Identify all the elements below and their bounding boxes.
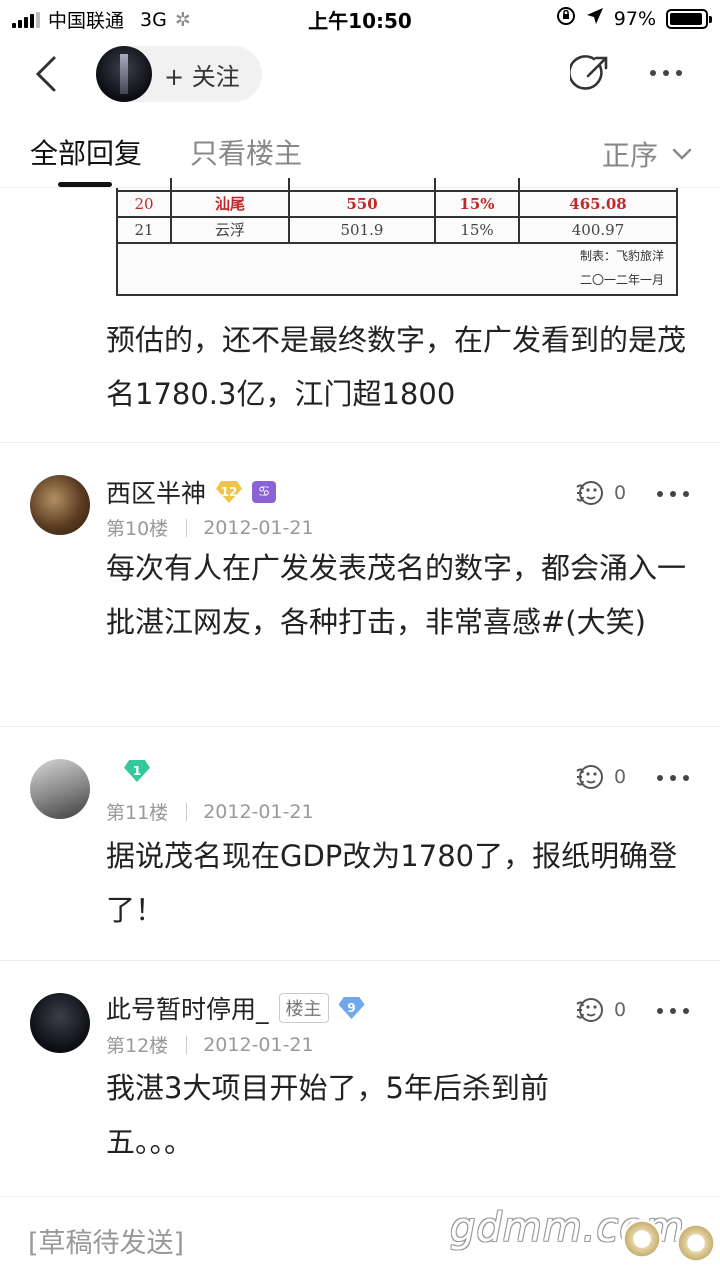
table-row: 20 汕尾 550 15% 465.08 xyxy=(118,192,676,218)
divider xyxy=(0,442,720,443)
like-face-icon xyxy=(576,481,603,505)
username[interactable]: 此号暂时停用_ xyxy=(106,990,269,1026)
more-icon[interactable] xyxy=(650,70,682,76)
table-footer: 制表：飞豹旅洋 二〇一二年一月 xyxy=(579,249,664,287)
post-meta: 第12楼 2012-01-21 xyxy=(106,1031,314,1058)
like-count: 0 xyxy=(614,482,627,504)
post-meta: 第10楼 2012-01-21 xyxy=(106,514,314,541)
emoji-icon[interactable] xyxy=(676,1223,716,1263)
owner-tag: 楼主 xyxy=(278,993,329,1023)
level-badge: 12 xyxy=(216,481,243,503)
avatar[interactable] xyxy=(30,759,90,819)
gdp-table-image[interactable]: 20 汕尾 550 15% 465.08 21 云浮 501.9 15% 400… xyxy=(116,178,678,296)
active-tab-indicator xyxy=(58,182,112,187)
post-date: 2012-01-21 xyxy=(203,800,314,823)
post-author: 1 xyxy=(106,760,150,782)
post-body-text: 我湛3大项目开始了，5年后杀到前五。。。 xyxy=(106,1071,549,1159)
chevron-down-icon xyxy=(672,148,692,160)
more-icon[interactable] xyxy=(657,491,689,497)
battery-percent: 97% xyxy=(613,7,656,30)
like-button[interactable]: 0 xyxy=(574,995,644,1025)
level-badge: 1 xyxy=(124,760,150,782)
level-badge: 9 xyxy=(338,997,365,1019)
sort-order-label: 正序 xyxy=(601,139,658,172)
post-body-text: 每次有人在广发发表茂名的数字，都会涌入一批湛江网友，各种打击，非常喜感#(大笑) xyxy=(106,551,687,639)
like-face-icon xyxy=(576,765,603,789)
reply-bar: [草稿待发送] gdmm.com xyxy=(0,1196,720,1280)
sort-order-dropdown[interactable]: 正序 xyxy=(602,134,692,174)
back-button[interactable] xyxy=(28,54,68,94)
owner-avatar[interactable] xyxy=(96,46,152,102)
table-row: 21 云浮 501.9 15% 400.97 xyxy=(118,218,676,244)
post-body-text: 据说茂名现在GDP改为1780了，报纸明确登了！ xyxy=(106,839,678,927)
post-body-text: 预估的，还不是最终数字，在广发看到的是茂名1780.3亿，江门超1800 xyxy=(106,323,687,411)
emoji-icon[interactable] xyxy=(622,1219,662,1259)
more-icon[interactable] xyxy=(657,1008,689,1014)
avatar[interactable] xyxy=(30,993,90,1053)
divider xyxy=(0,960,720,961)
like-count: 0 xyxy=(614,999,627,1021)
draft-input[interactable]: [草稿待发送] xyxy=(28,1221,184,1260)
reply-tabs: 全部回复 只看楼主 正序 xyxy=(0,112,720,188)
username[interactable]: 西区半神 xyxy=(106,474,206,510)
status-bar: 中国联通 3G ✲ 上午10:50 97% xyxy=(0,0,720,36)
nav-bar: + 关注 xyxy=(0,36,720,112)
like-button[interactable]: 0 xyxy=(574,478,644,508)
divider xyxy=(0,726,720,727)
post-date: 2012-01-21 xyxy=(203,1033,314,1056)
floor-number: 第11楼 xyxy=(106,802,169,824)
post-meta: 第11楼 2012-01-21 xyxy=(106,798,314,825)
post-author: 西区半神 12 ♋ xyxy=(106,474,277,510)
floor-number: 第12楼 xyxy=(106,1035,169,1057)
floor-number: 第10楼 xyxy=(106,518,169,540)
like-face-icon xyxy=(576,998,603,1022)
follow-button[interactable]: + 关注 xyxy=(96,46,262,102)
post-author: 此号暂时停用_ 楼主 9 xyxy=(106,990,365,1026)
chevron-left-icon xyxy=(35,56,56,92)
orientation-lock-icon xyxy=(556,6,576,31)
share-button[interactable] xyxy=(568,54,610,94)
zodiac-icon: ♋ xyxy=(252,481,277,503)
battery-icon xyxy=(666,8,712,29)
follow-label: + 关注 xyxy=(164,62,240,91)
like-button[interactable]: 0 xyxy=(574,762,644,792)
like-count: 0 xyxy=(614,766,627,788)
more-icon[interactable] xyxy=(657,775,689,781)
post-date: 2012-01-21 xyxy=(203,516,314,539)
location-icon xyxy=(586,7,604,30)
avatar[interactable] xyxy=(30,475,90,535)
tab-all-replies[interactable]: 全部回复 xyxy=(30,132,142,172)
tab-owner-only[interactable]: 只看楼主 xyxy=(190,132,302,172)
share-icon xyxy=(568,55,608,90)
